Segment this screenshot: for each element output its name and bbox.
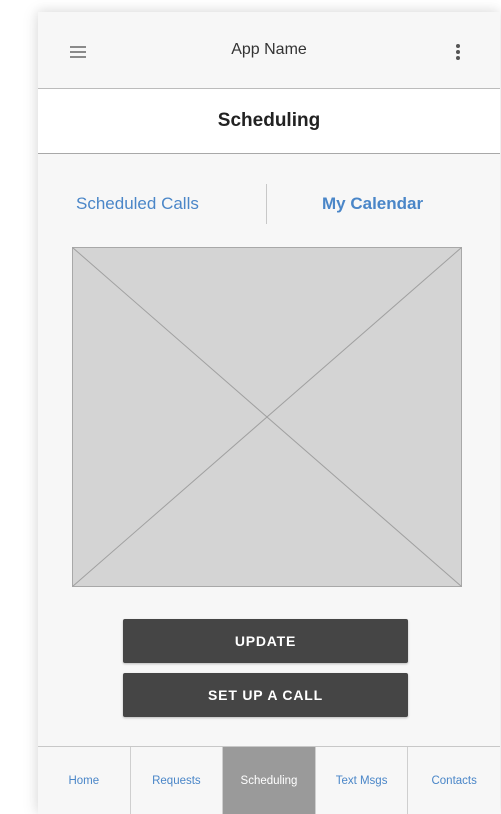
page-title: Scheduling [217, 110, 321, 131]
nav-item-requests[interactable]: Requests [131, 747, 224, 814]
nav-item-home[interactable]: Home [38, 747, 131, 814]
app-title: App Name [231, 41, 307, 58]
more-vertical-icon[interactable] [456, 44, 460, 60]
set-up-call-button[interactable]: SET UP A CALL [123, 673, 408, 717]
update-button[interactable]: UPDATE [123, 619, 408, 663]
page-header: Scheduling [38, 89, 500, 154]
phone-screen: App Name Scheduling Scheduled Calls My C… [38, 12, 500, 814]
tab-divider [266, 184, 267, 224]
tab-scheduled-calls[interactable]: Scheduled Calls [76, 194, 199, 214]
bottom-navigation: Home Requests Scheduling Text Msgs Conta… [38, 746, 500, 814]
nav-item-scheduling[interactable]: Scheduling [223, 747, 316, 814]
app-bar: App Name [38, 12, 500, 89]
main-content: Scheduled Calls My Calendar UPDATE SET U… [38, 154, 500, 744]
tab-my-calendar[interactable]: My Calendar [322, 194, 423, 214]
image-placeholder-icon [72, 247, 462, 587]
nav-item-text-msgs[interactable]: Text Msgs [316, 747, 409, 814]
nav-item-contacts[interactable]: Contacts [408, 747, 500, 814]
